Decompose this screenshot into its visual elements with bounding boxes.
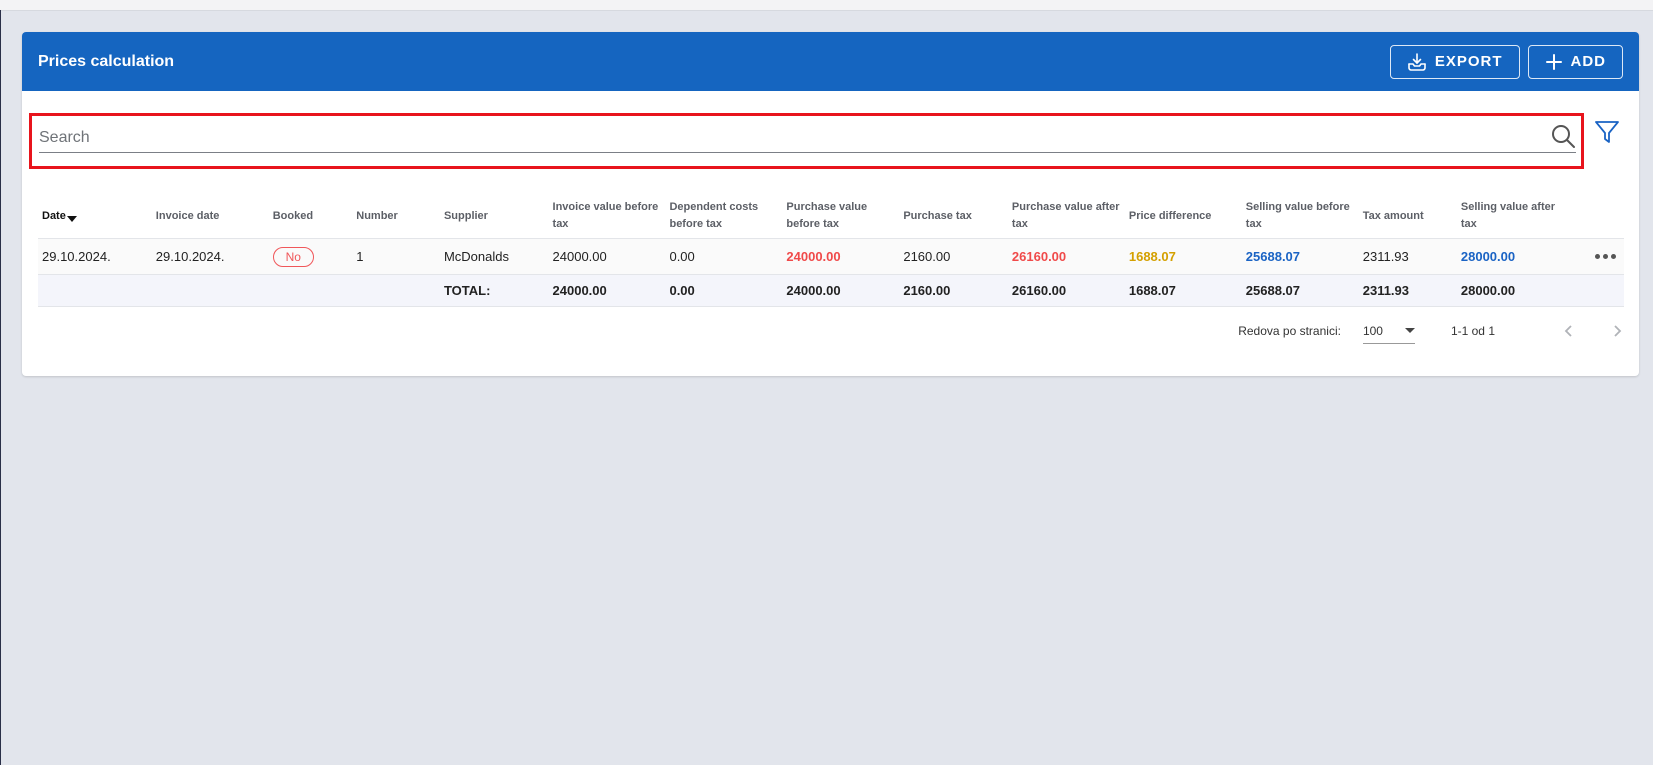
chevron-left-icon: [1564, 325, 1572, 337]
search-icon[interactable]: [1550, 123, 1576, 154]
column-header-dependent-costs-before-tax[interactable]: Dependent costs before tax: [665, 194, 783, 239]
table-header-row: Date Invoice date Booked Number Supplier…: [38, 194, 1624, 239]
rows-per-page-select[interactable]: 100: [1362, 318, 1415, 344]
chevron-down-icon: [1404, 328, 1415, 333]
total-price-difference: 1688.07: [1124, 274, 1242, 307]
total-selling-value-before-tax: 25688.07: [1241, 274, 1359, 307]
page-title: Prices calculation: [38, 52, 175, 70]
pagination: Redova po stranici: 100 1-1 od 1: [1238, 318, 1629, 344]
search-input[interactable]: [39, 129, 1550, 147]
cell-price-difference: 1688.07: [1124, 238, 1242, 275]
cell-purchase-value-before-tax: 24000.00: [782, 238, 900, 275]
cell-selling-value-before-tax: 25688.07: [1241, 238, 1359, 275]
total-selling-value-after-tax: 28000.00: [1456, 274, 1574, 307]
left-edge: [0, 10, 1, 765]
add-button[interactable]: ADD: [1527, 44, 1623, 79]
cell-number: 1: [352, 238, 440, 275]
header-actions: EXPORT ADD: [1389, 44, 1623, 79]
cell-invoice-value-before-tax: 24000.00: [548, 238, 666, 275]
rows-per-page-label: Redova po stranici:: [1238, 324, 1341, 338]
sort-desc-icon: [66, 215, 77, 222]
cell-selling-value-after-tax: 28000.00: [1456, 238, 1574, 275]
cell-booked: No: [268, 238, 353, 275]
total-purchase-value-after-tax: 26160.00: [1007, 274, 1125, 307]
column-header-purchase-value-after-tax[interactable]: Purchase value after tax: [1007, 194, 1125, 239]
download-icon: [1407, 52, 1427, 72]
cell-tax-amount: 2311.93: [1358, 238, 1457, 275]
booked-status-badge: No: [272, 246, 314, 267]
filter-icon: [1593, 121, 1621, 150]
chevron-right-icon: [1614, 325, 1622, 337]
column-header-price-difference[interactable]: Price difference: [1124, 194, 1242, 239]
table-row[interactable]: 29.10.2024. 29.10.2024. No 1 McDonalds 2…: [38, 238, 1624, 275]
rows-per-page-value: 100: [1362, 323, 1383, 338]
total-dependent-costs-before-tax: 0.00: [665, 274, 783, 307]
cell-purchase-tax: 2160.00: [899, 238, 1008, 275]
column-header-booked[interactable]: Booked: [268, 194, 353, 239]
cell-actions: [1573, 238, 1624, 275]
total-tax-amount: 2311.93: [1358, 274, 1457, 307]
total-purchase-tax: 2160.00: [899, 274, 1008, 307]
column-header-actions: [1573, 194, 1624, 239]
column-header-date[interactable]: Date: [38, 194, 152, 239]
total-invoice-value-before-tax: 24000.00: [548, 274, 666, 307]
column-header-selling-value-after-tax[interactable]: Selling value after tax: [1456, 194, 1574, 239]
cell-date: 29.10.2024.: [38, 238, 152, 275]
cell-dependent-costs-before-tax: 0.00: [665, 238, 783, 275]
next-page-button[interactable]: [1605, 319, 1629, 343]
export-button[interactable]: EXPORT: [1389, 44, 1520, 79]
filter-button[interactable]: [1593, 118, 1623, 148]
column-header-invoice-value-before-tax[interactable]: Invoice value before tax: [548, 194, 666, 239]
add-label: ADD: [1570, 53, 1606, 70]
column-header-purchase-tax[interactable]: Purchase tax: [899, 194, 1008, 239]
column-header-tax-amount[interactable]: Tax amount: [1358, 194, 1457, 239]
previous-page-button[interactable]: [1557, 319, 1581, 343]
export-label: EXPORT: [1434, 53, 1503, 70]
top-bar: [0, 0, 1653, 11]
cell-invoice-date: 29.10.2024.: [151, 238, 269, 275]
column-header-invoice-date[interactable]: Invoice date: [151, 194, 269, 239]
card-header: Prices calculation EXPORT ADD: [22, 32, 1639, 91]
page-range-text: 1-1 od 1: [1450, 324, 1495, 338]
more-horizontal-icon[interactable]: [1578, 254, 1620, 259]
column-header-number[interactable]: Number: [352, 194, 440, 239]
total-purchase-value-before-tax: 24000.00: [782, 274, 900, 307]
plus-icon: [1545, 53, 1563, 71]
prices-table: Date Invoice date Booked Number Supplier…: [38, 194, 1624, 307]
column-header-supplier[interactable]: Supplier: [439, 194, 549, 239]
total-label: TOTAL:: [439, 274, 549, 307]
column-header-selling-value-before-tax[interactable]: Selling value before tax: [1241, 194, 1359, 239]
cell-purchase-value-after-tax: 26160.00: [1007, 238, 1125, 275]
table-total-row: TOTAL: 24000.00 0.00 24000.00 2160.00 26…: [38, 274, 1624, 307]
cell-supplier: McDonalds: [439, 238, 549, 275]
column-header-purchase-value-before-tax[interactable]: Purchase value before tax: [782, 194, 900, 239]
search-highlight-box: [29, 113, 1584, 169]
search-field: [39, 124, 1576, 153]
